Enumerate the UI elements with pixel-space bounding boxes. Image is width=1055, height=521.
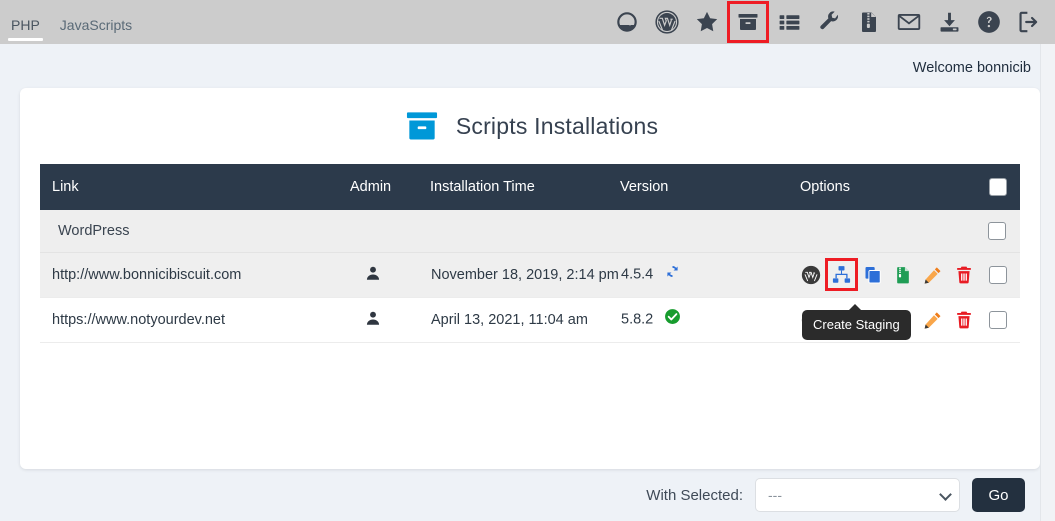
check-circle-icon bbox=[664, 308, 681, 329]
wrench-icon[interactable] bbox=[809, 2, 849, 42]
download-icon[interactable] bbox=[929, 2, 969, 42]
language-tabs: PHP JavaScripts bbox=[0, 0, 135, 44]
version-number: 5.8.2 bbox=[621, 311, 654, 328]
clone-icon[interactable] bbox=[862, 264, 882, 285]
cell-installation-time: November 18, 2019, 2:14 pm bbox=[430, 252, 620, 298]
box-archive-icon bbox=[402, 107, 442, 145]
with-selected-select-wrapper: --- bbox=[755, 478, 960, 512]
edit-icon[interactable] bbox=[923, 309, 943, 330]
help-icon[interactable] bbox=[969, 2, 1009, 42]
table-row: http://www.bonnicibiscuit.com November 1… bbox=[40, 252, 1020, 298]
with-selected-select[interactable]: --- bbox=[755, 478, 960, 512]
page-title-text: Scripts Installations bbox=[455, 112, 659, 139]
cell-row-select bbox=[975, 297, 1020, 343]
options-group bbox=[801, 258, 974, 291]
tab-php[interactable]: PHP bbox=[8, 17, 43, 41]
column-header-time: Installation Time bbox=[430, 164, 620, 210]
top-navigation-bar: PHP JavaScripts bbox=[0, 0, 1055, 44]
delete-icon[interactable] bbox=[954, 309, 974, 330]
cell-installation-time: April 13, 2021, 11:04 am bbox=[430, 297, 620, 343]
edit-icon[interactable] bbox=[923, 264, 943, 285]
group-select-checkbox[interactable] bbox=[988, 221, 1006, 240]
column-header-admin: Admin bbox=[350, 164, 430, 210]
cell-link[interactable]: https://www.notyourdev.net bbox=[40, 297, 350, 343]
bulk-action-bar: With Selected: --- Go bbox=[0, 478, 1040, 512]
group-row-wordpress: WordPress bbox=[40, 210, 1020, 253]
tab-javascripts-label: JavaScripts bbox=[59, 17, 133, 33]
tab-javascripts[interactable]: JavaScripts bbox=[57, 18, 135, 35]
refresh-icon[interactable] bbox=[664, 263, 681, 284]
page-title: Scripts Installations bbox=[20, 88, 1040, 164]
envelope-icon[interactable] bbox=[889, 2, 929, 42]
row-checkbox[interactable] bbox=[988, 265, 1007, 284]
page-scrollbar[interactable] bbox=[1040, 44, 1055, 521]
group-row-select-cell bbox=[975, 210, 1020, 253]
user-icon[interactable] bbox=[364, 311, 382, 331]
scripts-installations-card: Scripts Installations Link Admin Install… bbox=[20, 88, 1040, 469]
user-icon[interactable] bbox=[364, 266, 382, 286]
wordpress-icon[interactable] bbox=[801, 264, 821, 285]
cell-admin bbox=[350, 297, 430, 343]
with-selected-label: With Selected: bbox=[646, 486, 743, 504]
go-button[interactable]: Go bbox=[972, 478, 1025, 512]
welcome-message: Welcome bonnicib bbox=[912, 60, 1031, 76]
column-header-select-all bbox=[975, 164, 1020, 210]
version-number: 4.5.4 bbox=[621, 266, 654, 283]
column-header-options: Options bbox=[800, 164, 975, 210]
logout-icon[interactable] bbox=[1009, 2, 1049, 42]
cell-version: 5.8.2 bbox=[620, 297, 800, 343]
select-all-checkbox[interactable] bbox=[988, 178, 1007, 196]
box-archive-icon[interactable] bbox=[727, 1, 769, 43]
delete-icon[interactable] bbox=[954, 264, 974, 285]
column-header-link: Link bbox=[40, 164, 350, 210]
table-header: Link Admin Installation Time Version Opt… bbox=[40, 164, 1020, 210]
create-staging-tooltip: Create Staging bbox=[802, 304, 911, 340]
row-checkbox[interactable] bbox=[988, 310, 1007, 329]
nav-icon-group bbox=[607, 0, 1055, 44]
cell-link[interactable]: http://www.bonnicibiscuit.com bbox=[40, 252, 350, 298]
cell-admin bbox=[350, 252, 430, 298]
create-staging-icon[interactable] bbox=[825, 258, 859, 291]
cell-version: 4.5.4 bbox=[620, 252, 800, 298]
group-row-label: WordPress bbox=[40, 210, 975, 253]
tab-php-label: PHP bbox=[11, 17, 40, 33]
cell-options bbox=[800, 252, 975, 298]
zip-file-icon[interactable] bbox=[849, 2, 889, 42]
backup-icon[interactable] bbox=[893, 264, 913, 285]
column-header-version: Version bbox=[620, 164, 800, 210]
table-header-row: Link Admin Installation Time Version Opt… bbox=[40, 164, 1020, 210]
star-icon[interactable] bbox=[687, 2, 727, 42]
cell-row-select bbox=[975, 252, 1020, 298]
wordpress-icon[interactable] bbox=[647, 2, 687, 42]
list-icon[interactable] bbox=[769, 2, 809, 42]
dashboard-icon[interactable] bbox=[607, 2, 647, 42]
